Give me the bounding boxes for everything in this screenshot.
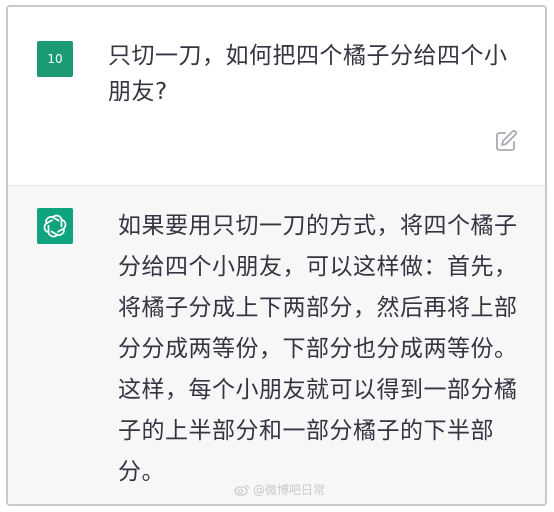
openai-logo-icon xyxy=(37,208,73,244)
user-message-row: 10 只切一刀，如何把四个橘子分给四个小朋友? xyxy=(8,7,545,185)
user-message-text: 只切一刀，如何把四个橘子分给四个小朋友? xyxy=(108,43,508,105)
edit-icon[interactable] xyxy=(494,129,518,153)
chat-window: 10 只切一刀，如何把四个橘子分给四个小朋友? 如果要用只切一刀的方式，将四个橘… xyxy=(6,5,547,506)
weibo-icon xyxy=(234,484,250,496)
user-avatar-label: 10 xyxy=(47,52,63,66)
watermark: @微博吧日常 xyxy=(234,481,325,498)
user-avatar: 10 xyxy=(37,41,73,77)
watermark-text: @微博吧日常 xyxy=(253,483,326,497)
assistant-message-text: 如果要用只切一刀的方式，将四个橘子分给四个小朋友，可以这样做：首先，将橘子分成上… xyxy=(118,213,518,485)
assistant-message-row: 如果要用只切一刀的方式，将四个橘子分给四个小朋友，可以这样做：首先，将橘子分成上… xyxy=(8,185,545,504)
